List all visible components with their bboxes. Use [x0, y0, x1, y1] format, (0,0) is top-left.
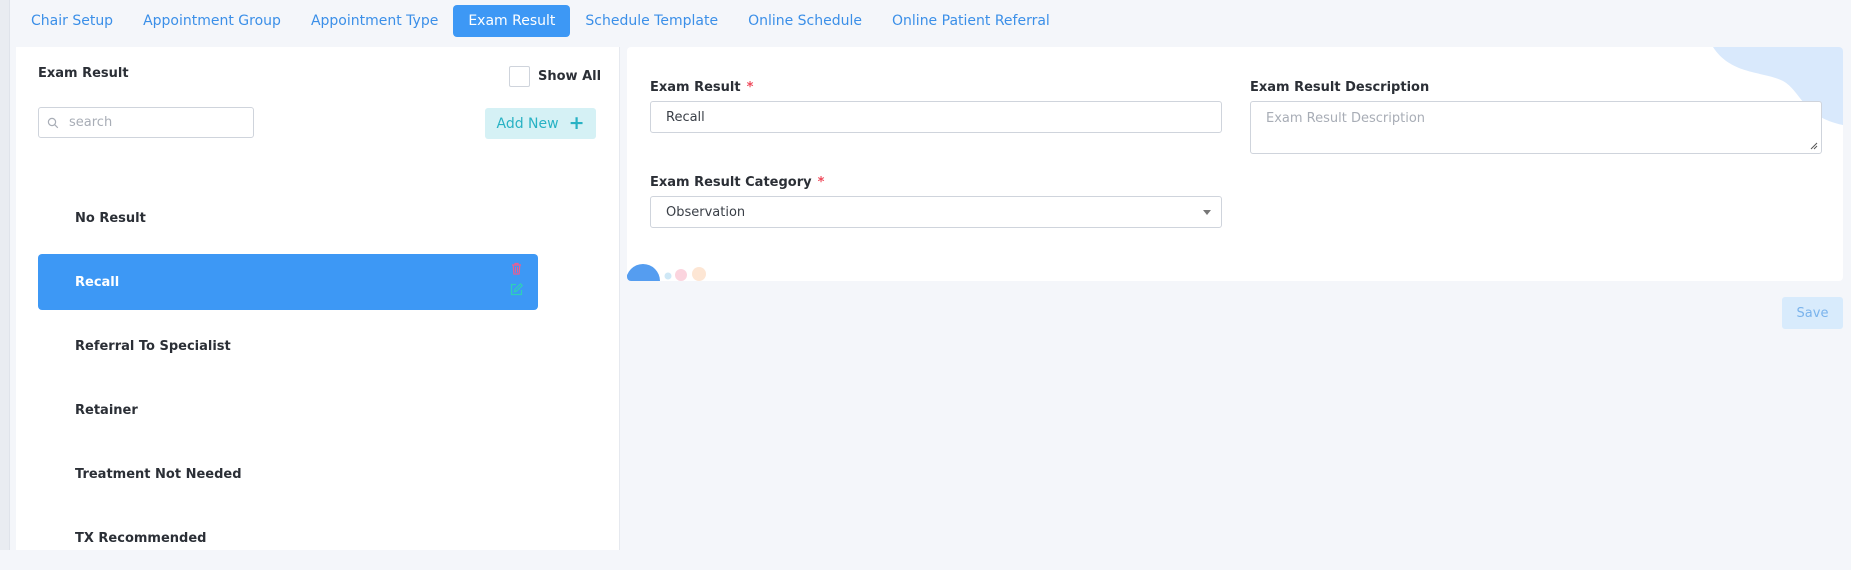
show-all-checkbox[interactable]: [509, 66, 530, 87]
description-textarea[interactable]: Exam Result Description: [1250, 101, 1822, 154]
chevron-down-icon: [1203, 210, 1211, 215]
list-item-recall[interactable]: Recall: [38, 254, 538, 310]
search-input[interactable]: [67, 114, 231, 131]
search-box: [38, 107, 254, 138]
list-item-tx-recommended[interactable]: TX Recommended: [38, 506, 538, 570]
required-marker: *: [746, 80, 754, 95]
exam-result-form-card: Exam Result * Recall Exam Result Descript…: [627, 47, 1843, 281]
tab-online-schedule[interactable]: Online Schedule: [733, 5, 877, 37]
list-item-label: Treatment Not Needed: [75, 466, 242, 482]
add-new-button[interactable]: Add New +: [485, 108, 596, 139]
list-item-no-result[interactable]: No Result: [38, 186, 538, 250]
category-select[interactable]: Observation: [650, 196, 1222, 228]
tab-exam-result[interactable]: Exam Result: [453, 5, 571, 37]
list-item-label: Referral To Specialist: [75, 338, 231, 354]
decorative-circles: [627, 264, 706, 281]
item-actions: [509, 261, 524, 297]
save-button[interactable]: Save: [1782, 297, 1843, 329]
tab-schedule-template[interactable]: Schedule Template: [570, 5, 733, 37]
exam-result-list-panel: Exam Result Show All Add New + No Result…: [16, 47, 620, 550]
tab-online-patient-referral[interactable]: Online Patient Referral: [877, 5, 1065, 37]
description-placeholder: Exam Result Description: [1266, 111, 1426, 126]
list-item-treatment-not-needed[interactable]: Treatment Not Needed: [38, 442, 538, 506]
list-item-referral-to-specialist[interactable]: Referral To Specialist: [38, 314, 538, 378]
tab-bar: Chair Setup Appointment Group Appointmen…: [16, 5, 1065, 37]
exam-result-list: No Result Recall Referral To Specialist …: [34, 186, 602, 570]
resize-handle-icon[interactable]: [1810, 142, 1818, 150]
panel-title: Exam Result: [38, 66, 129, 81]
edit-icon[interactable]: [509, 282, 524, 297]
add-new-label: Add New: [496, 115, 559, 132]
tab-appointment-type[interactable]: Appointment Type: [296, 5, 453, 37]
show-all-label: Show All: [538, 69, 602, 84]
show-all-control[interactable]: Show All: [509, 66, 601, 87]
plus-icon: +: [568, 112, 585, 134]
list-item-label: No Result: [75, 210, 146, 226]
search-icon: [47, 117, 59, 129]
list-item-label: TX Recommended: [75, 530, 207, 546]
tab-appointment-group[interactable]: Appointment Group: [128, 5, 296, 37]
exam-result-input[interactable]: Recall: [650, 101, 1222, 133]
list-item-label: Recall: [75, 274, 120, 290]
exam-result-label: Exam Result *: [650, 80, 754, 95]
required-marker: *: [817, 175, 825, 190]
delete-icon[interactable]: [509, 261, 524, 276]
tab-chair-setup[interactable]: Chair Setup: [16, 5, 128, 37]
description-label: Exam Result Description: [1250, 80, 1430, 95]
list-item-retainer[interactable]: Retainer: [38, 378, 538, 442]
list-item-label: Retainer: [75, 402, 138, 418]
left-edge-strip: [0, 0, 10, 550]
category-value: Observation: [666, 204, 746, 220]
category-label: Exam Result Category *: [650, 175, 825, 190]
